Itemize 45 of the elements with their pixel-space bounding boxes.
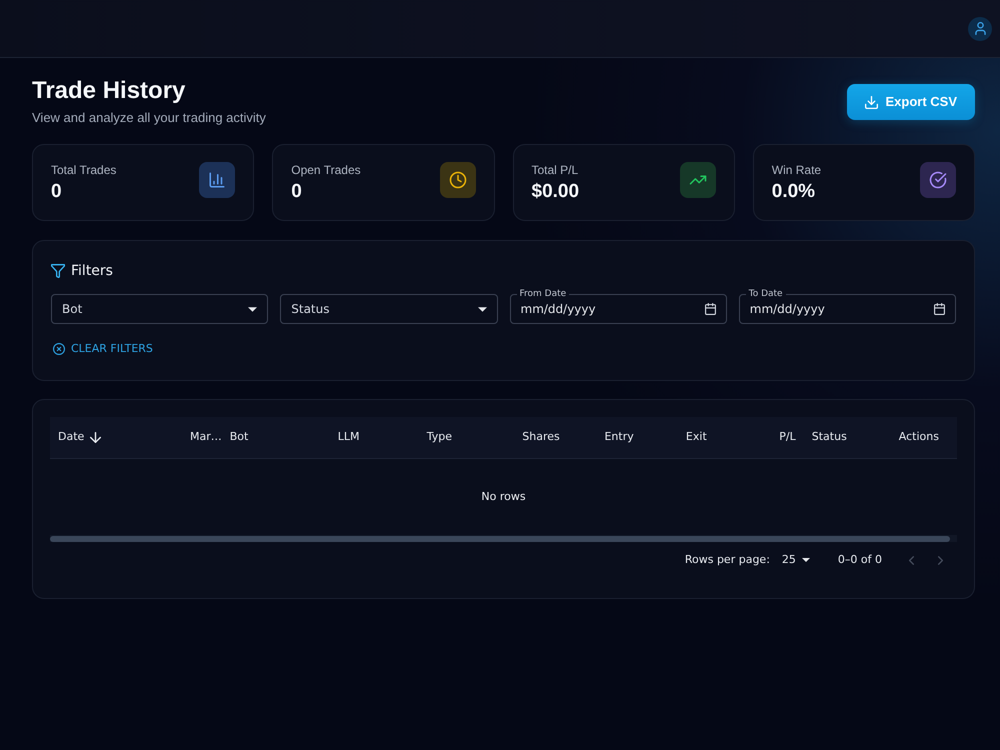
rows-per-page-label: Rows per page:	[684, 552, 770, 568]
calendar-icon	[704, 303, 716, 315]
column-header[interactable]: Exit	[642, 417, 715, 458]
page-range: 0–0 of 0	[838, 552, 882, 568]
page-subtitle: View and analyze all your trading activity	[32, 109, 266, 127]
profile-button[interactable]	[968, 16, 992, 40]
stat-value: 0	[291, 180, 303, 204]
page-title: Trade History	[32, 76, 186, 106]
filters-title: Filters	[71, 262, 113, 281]
column-header[interactable]: P/L	[714, 417, 804, 458]
filter-icon	[51, 264, 65, 278]
column-header[interactable]: Date	[50, 417, 182, 458]
column-header[interactable]: Status	[804, 417, 891, 458]
column-header[interactable]: Actions	[890, 417, 958, 458]
column-header[interactable]: Shares	[500, 417, 568, 458]
download-icon	[865, 96, 878, 108]
caret-icon	[478, 306, 486, 312]
x-circle-icon	[53, 343, 65, 355]
stat-value: $0.00	[532, 180, 580, 204]
rows-per-page-select[interactable]: 25	[780, 549, 812, 571]
column-header[interactable]: Entry	[568, 417, 642, 458]
empty-message: No rows	[481, 488, 526, 505]
stat-label: Open Trades	[291, 162, 361, 178]
stat-label: Total Trades	[51, 162, 116, 178]
calendar-icon	[934, 303, 945, 315]
bar-chart-icon	[199, 162, 236, 198]
column-header[interactable]: LLM	[330, 417, 419, 458]
arrow-down-icon	[90, 432, 102, 443]
column-header[interactable]: Mar…	[182, 417, 222, 458]
caret-icon	[802, 558, 810, 562]
stat-label: Win Rate	[772, 162, 822, 178]
select-field[interactable]: Status	[280, 294, 498, 324]
clock-icon	[440, 162, 476, 198]
clear-filters-button[interactable]: CLEAR FILTERS	[51, 339, 157, 359]
chevron-left-icon	[908, 556, 914, 564]
chevron-right-icon	[938, 556, 942, 564]
stat-value: 0	[51, 180, 63, 204]
column-header[interactable]: Bot	[222, 417, 330, 458]
user-icon	[974, 22, 986, 35]
stat-value: 0.0%	[772, 180, 816, 204]
caret-icon	[248, 306, 258, 312]
select-field[interactable]: Bot	[51, 294, 268, 324]
stat-label: Total P/L	[532, 162, 580, 178]
column-header[interactable]: Type	[418, 417, 501, 458]
trending-up-icon	[680, 162, 716, 198]
